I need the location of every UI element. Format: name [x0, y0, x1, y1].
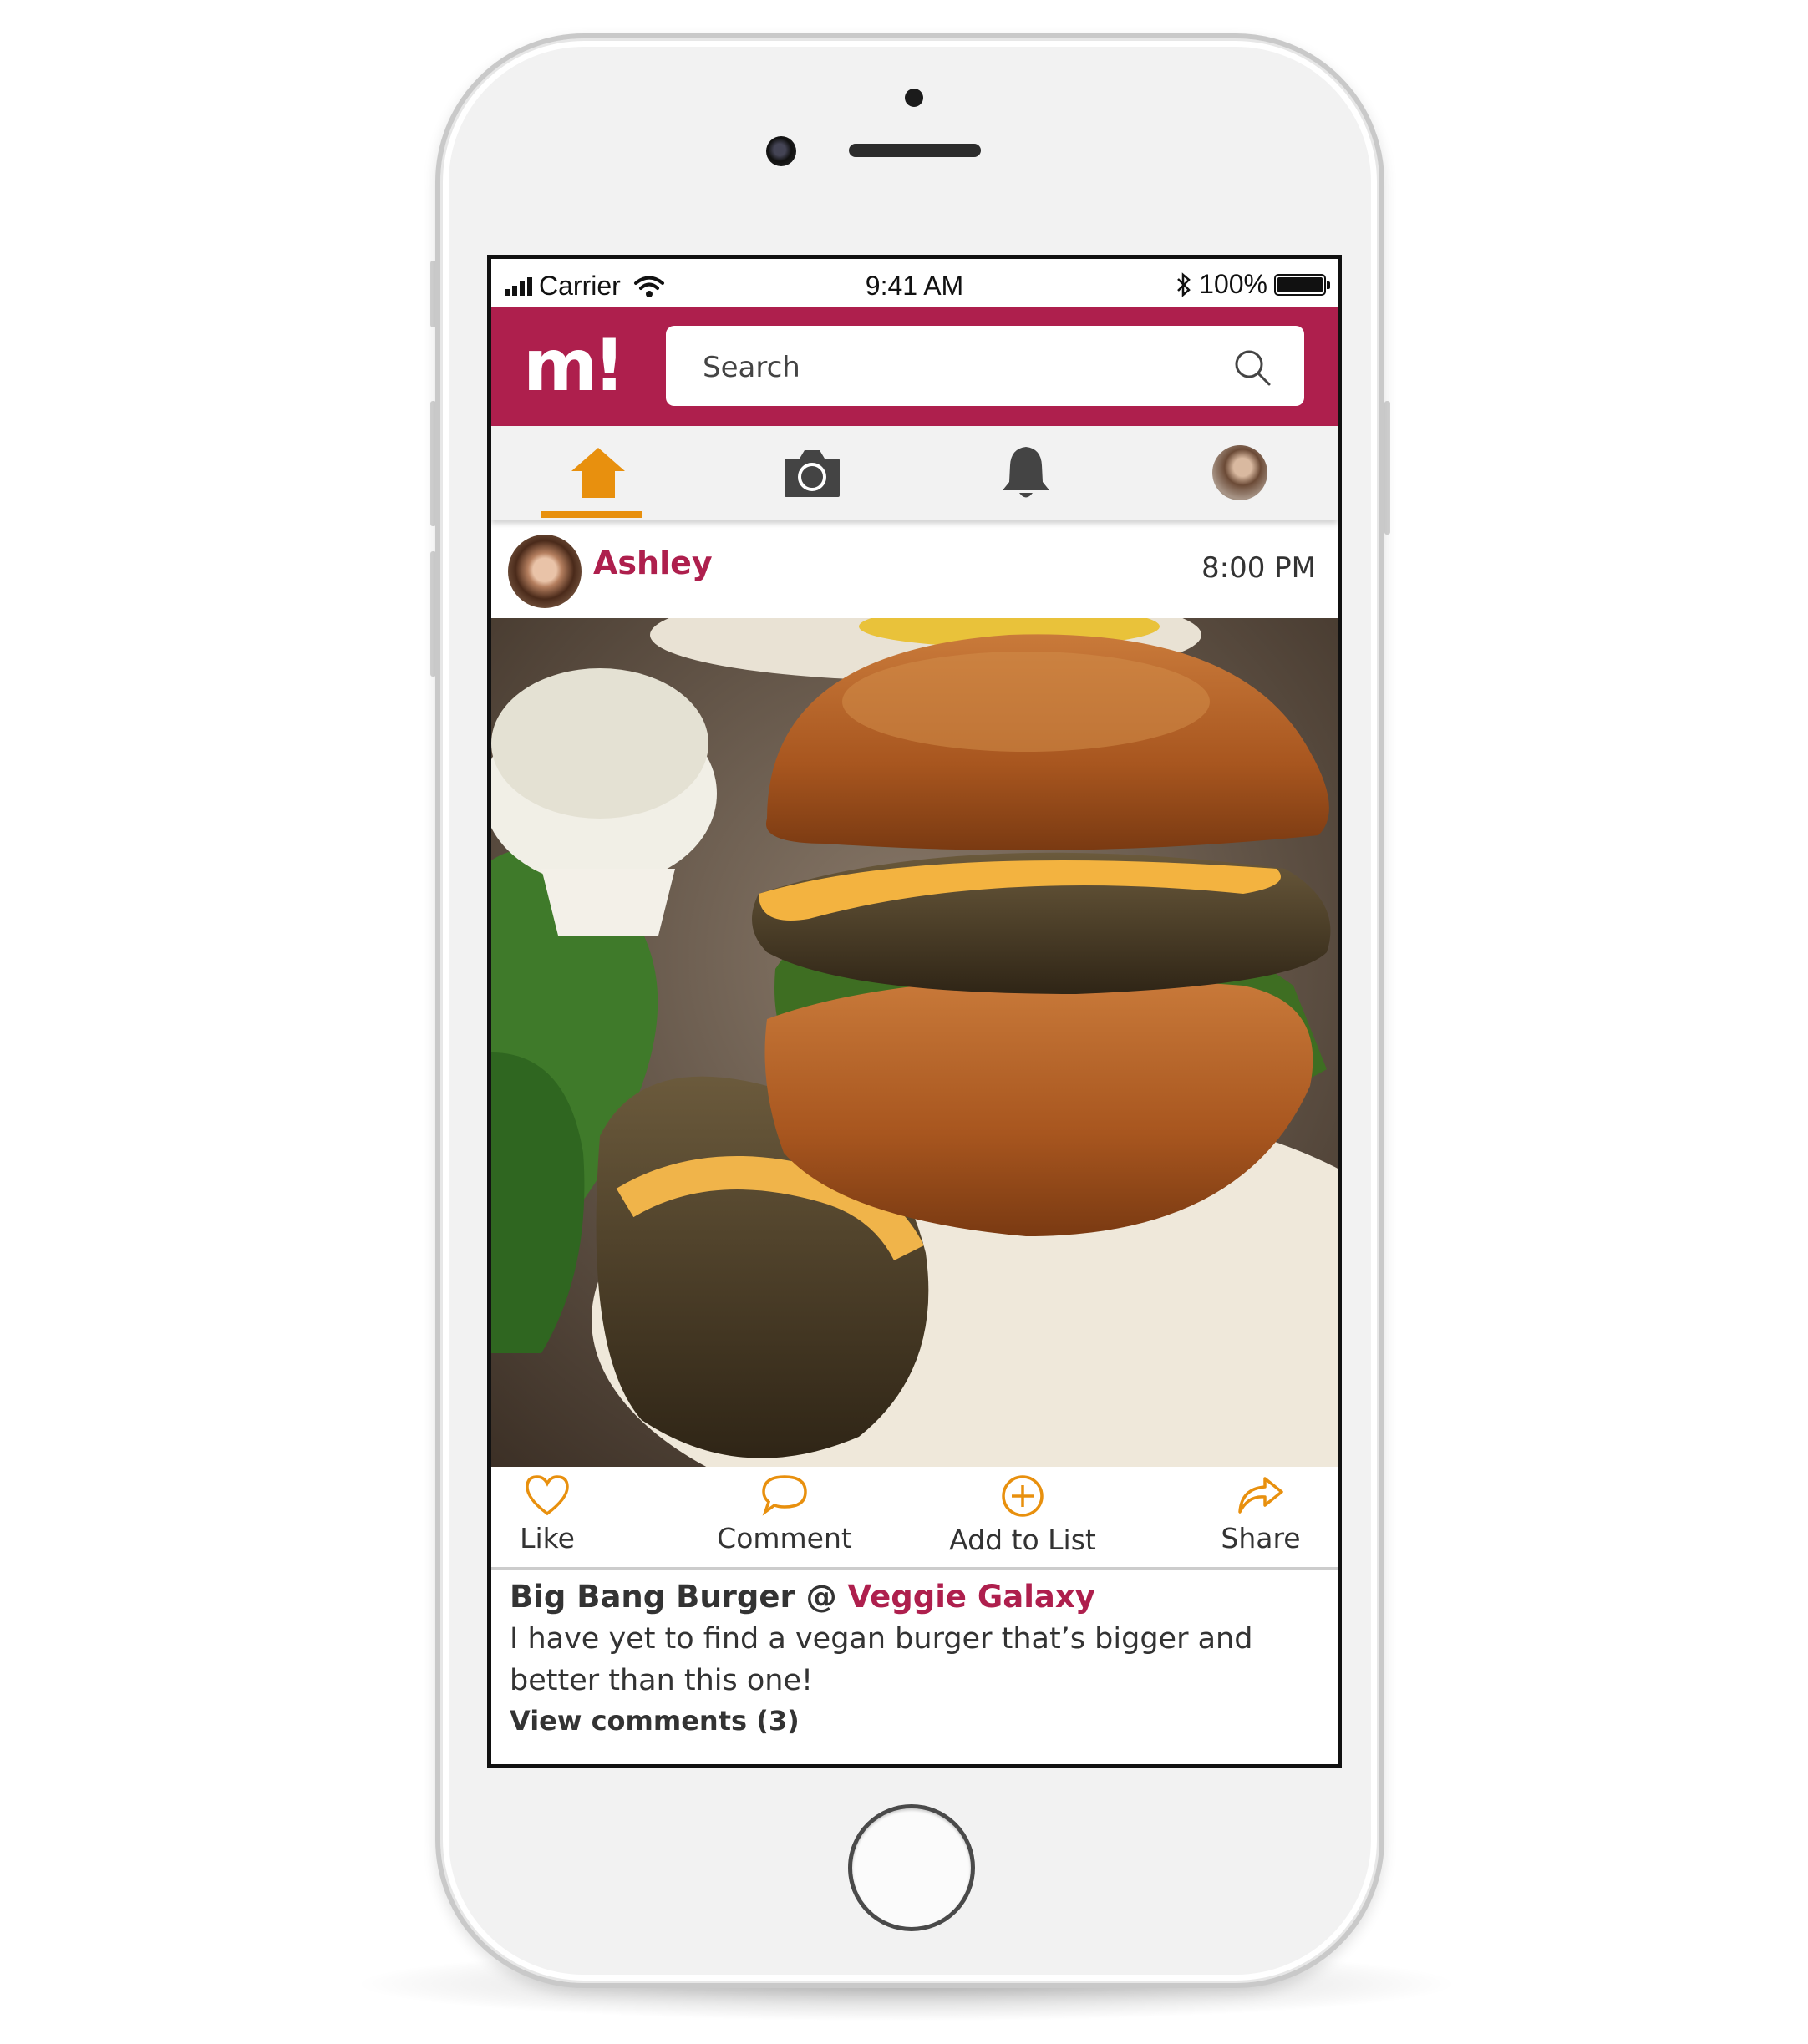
battery-icon	[1274, 273, 1330, 296]
share-icon	[1238, 1477, 1283, 1514]
like-button[interactable]: Like	[491, 1473, 652, 1555]
earpiece-speaker	[849, 144, 981, 157]
comment-label: Comment	[717, 1522, 852, 1555]
dish-name: Big Bang Burger @	[510, 1579, 848, 1615]
post-caption: Big Bang Burger @ Veggie Galaxy I have y…	[510, 1579, 1312, 1737]
post-photo[interactable]	[491, 618, 1338, 1467]
proximity-sensor	[905, 89, 923, 107]
tab-home[interactable]	[491, 426, 705, 520]
camera-icon	[785, 450, 840, 497]
comment-button[interactable]: Comment	[680, 1473, 889, 1555]
user-avatar[interactable]	[508, 535, 582, 608]
post-header: Ashley 8:00 PM	[491, 526, 1338, 618]
tab-bar	[491, 426, 1338, 520]
comment-icon	[762, 1475, 807, 1516]
front-camera	[766, 136, 796, 166]
share-label: Share	[1221, 1522, 1301, 1555]
heart-icon	[526, 1475, 569, 1516]
add-to-list-button[interactable]: Add to List	[918, 1473, 1127, 1556]
post-actions: Like Comment Add to List Share	[491, 1467, 1338, 1570]
post-timestamp: 8:00 PM	[1201, 551, 1316, 585]
search-placeholder: Search	[703, 351, 800, 384]
tab-camera[interactable]	[705, 426, 919, 520]
battery-percent: 100%	[1199, 269, 1267, 299]
search-icon[interactable]	[1232, 347, 1272, 388]
dish-title: Big Bang Burger @ Veggie Galaxy	[510, 1579, 1312, 1615]
app-logo[interactable]: m!	[523, 324, 626, 408]
avatar	[1212, 445, 1267, 500]
tab-notifications[interactable]	[919, 426, 1133, 520]
post-username[interactable]: Ashley	[593, 545, 713, 581]
like-label: Like	[520, 1522, 575, 1555]
bluetooth-icon	[1177, 271, 1191, 297]
bell-icon	[1003, 447, 1049, 498]
share-button[interactable]: Share	[1156, 1473, 1338, 1555]
view-comments-link[interactable]: View comments (3)	[510, 1705, 1312, 1737]
power-button	[1384, 401, 1390, 535]
status-bar: Carrier 9:41 AM 100%	[491, 259, 1338, 307]
app-header: m! Search	[491, 307, 1338, 426]
active-tab-indicator	[541, 511, 642, 518]
venue-link[interactable]: Veggie Galaxy	[848, 1579, 1095, 1615]
home-icon	[571, 448, 625, 498]
app-screen: Carrier 9:41 AM 100% m! Search Ashley 8:…	[487, 255, 1342, 1768]
plus-circle-icon	[1002, 1475, 1044, 1517]
search-input[interactable]: Search	[666, 326, 1304, 406]
caption-text: I have yet to find a vegan burger that’s…	[510, 1622, 1253, 1697]
tab-profile[interactable]	[1133, 426, 1338, 520]
add-to-list-label: Add to List	[949, 1524, 1096, 1556]
home-button[interactable]	[848, 1804, 975, 1931]
